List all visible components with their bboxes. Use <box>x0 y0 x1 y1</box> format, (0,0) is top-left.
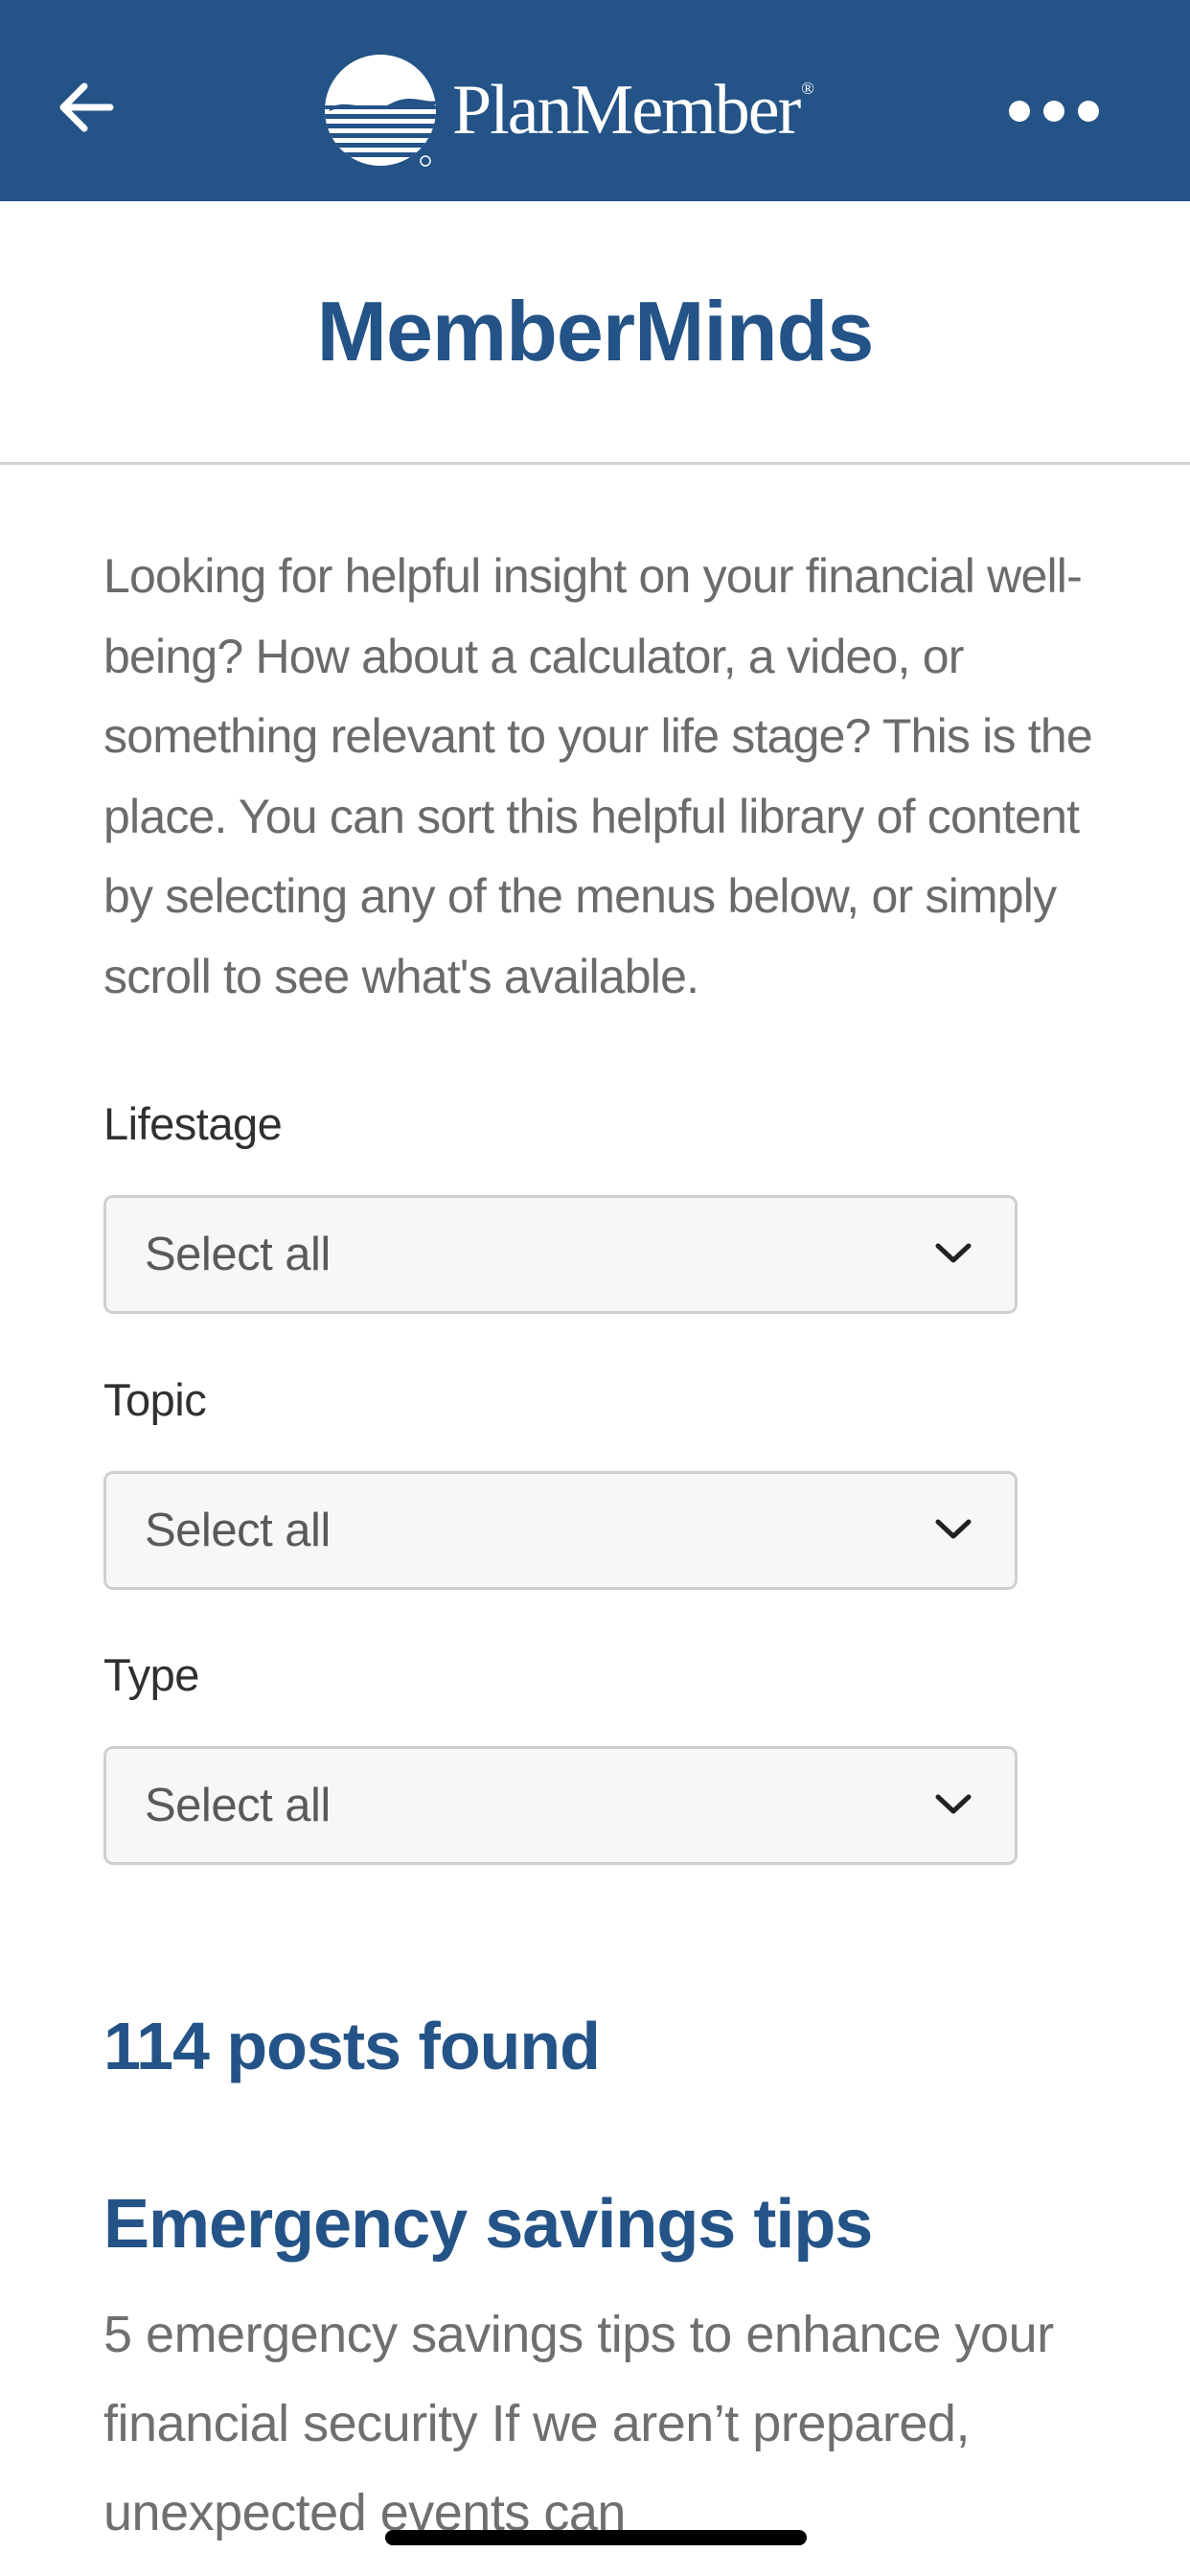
type-select[interactable]: Select all <box>103 1746 1018 1865</box>
page-title-band: MemberMinds <box>0 201 1190 465</box>
topic-select[interactable]: Select all <box>103 1471 1018 1590</box>
page-title: MemberMinds <box>316 284 875 379</box>
post-title-link[interactable]: Emergency savings tips <box>103 2185 873 2264</box>
chevron-down-icon <box>935 1794 972 1814</box>
lifestage-select-value: Select all <box>145 1229 331 1280</box>
planmember-logo-icon <box>325 55 436 167</box>
posts-count: 114 posts found <box>103 2009 601 2083</box>
more-options-button[interactable] <box>996 77 1111 146</box>
intro-paragraph: Looking for helpful insight on your fina… <box>103 549 1093 1003</box>
top-navigation-bar: PlanMember ® <box>0 0 1190 201</box>
lifestage-label: Lifestage <box>103 1098 283 1149</box>
topic-label: Topic <box>103 1374 207 1425</box>
chevron-down-icon <box>935 1519 972 1539</box>
chevron-down-icon <box>935 1243 972 1263</box>
post-excerpt: 5 emergency savings tips to enhance your… <box>103 2306 1054 2542</box>
home-indicator[interactable] <box>385 2530 807 2545</box>
lifestage-select[interactable]: Select all <box>103 1195 1018 1314</box>
app-screen: PlanMember ® MemberMinds Looking for hel… <box>0 0 1190 2576</box>
type-label: Type <box>103 1649 199 1700</box>
back-button[interactable] <box>46 67 126 148</box>
arrow-left-icon <box>59 82 114 132</box>
intro-section: Looking for helpful insight on your fina… <box>103 537 1119 1017</box>
registered-mark: ® <box>801 79 814 98</box>
type-select-value: Select all <box>145 1780 331 1831</box>
brand-logo-group: PlanMember ® <box>322 50 814 171</box>
brand-name: PlanMember <box>452 71 801 150</box>
more-horizontal-icon <box>1009 101 1099 122</box>
topic-select-value: Select all <box>145 1505 331 1556</box>
